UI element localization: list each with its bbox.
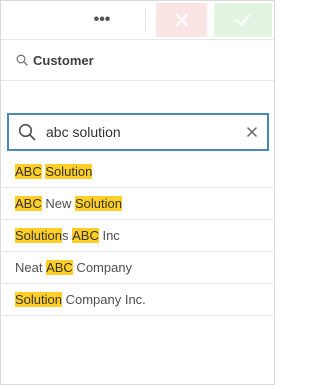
field-header: Customer	[1, 40, 274, 81]
list-item[interactable]: Solution s ABC Inc	[0, 220, 273, 252]
match-highlight: ABC	[46, 260, 73, 275]
results-list: ABC Solution ABC New Solution Solution s AB…	[0, 156, 273, 316]
list-item[interactable]: Neat ABC Company	[0, 252, 273, 284]
item-text: Inc	[98, 228, 120, 243]
item-text: Company Inc.	[61, 292, 146, 307]
checkmark-icon	[235, 14, 251, 26]
list-item[interactable]: ABC Solution	[0, 156, 273, 188]
toolbar-divider	[145, 9, 146, 31]
match-highlight: Solution	[15, 292, 62, 307]
item-text: s	[61, 228, 73, 243]
close-icon	[175, 13, 188, 27]
search-icon	[16, 54, 28, 66]
match-highlight: ABC	[15, 164, 42, 179]
more-options-button[interactable]: •••	[85, 10, 119, 30]
search-input[interactable]	[46, 121, 246, 143]
list-item[interactable]: ABC New Solution	[0, 188, 273, 220]
match-highlight: Solution	[15, 228, 62, 243]
cancel-selection-button[interactable]	[156, 3, 207, 37]
field-title: Customer	[33, 52, 94, 68]
close-icon[interactable]	[244, 124, 260, 140]
selection-toolbar: •••	[1, 1, 274, 40]
confirm-selection-button[interactable]	[214, 3, 272, 37]
list-item[interactable]: Solution Company Inc.	[0, 284, 273, 316]
search-field[interactable]	[7, 113, 269, 151]
item-text: Neat	[15, 260, 47, 275]
match-highlight: Solution	[45, 164, 93, 179]
search-icon	[18, 123, 36, 141]
item-text: Company	[72, 260, 133, 275]
item-text: New	[41, 196, 75, 211]
match-highlight: ABC	[15, 196, 42, 211]
match-highlight: ABC	[72, 228, 99, 243]
match-highlight: Solution	[74, 196, 122, 211]
